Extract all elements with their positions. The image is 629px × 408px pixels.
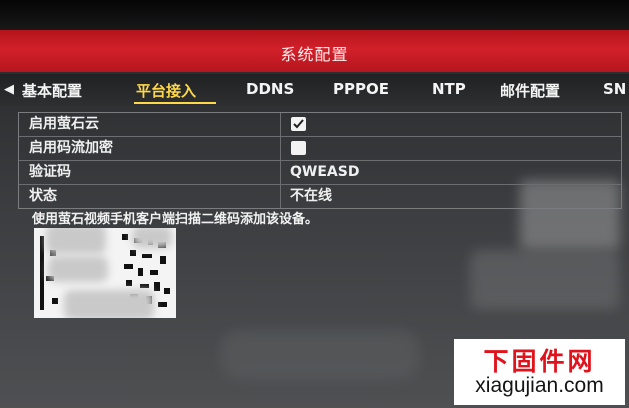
settings-table: 启用萤石云 启用码流加密 验证码 QWEASD 状态 不在线 xyxy=(18,112,622,209)
tab-sn[interactable]: SN xyxy=(603,80,626,98)
monitor-bezel xyxy=(0,0,629,34)
stream-encrypt-value xyxy=(282,137,621,160)
tab-bar: ◀ 基本配置 平台接入 DDNS PPPOE NTP 邮件配置 SN xyxy=(0,74,629,106)
ezviz-cloud-label: 启用萤石云 xyxy=(19,113,281,136)
qr-code xyxy=(34,228,176,318)
blurred-region xyxy=(48,256,108,282)
qr-scan-hint: 使用萤石视频手机客户端扫描二维码添加该设备。 xyxy=(32,212,319,227)
tab-platform-access[interactable]: 平台接入 xyxy=(136,80,196,101)
blurred-region xyxy=(132,228,172,248)
tab-pppoe[interactable]: PPPOE xyxy=(333,80,389,98)
blurred-region xyxy=(46,228,106,254)
setting-row-ezviz-cloud: 启用萤石云 xyxy=(19,113,621,137)
active-tab-indicator xyxy=(134,102,216,104)
monitor-screen: 系统配置 ◀ 基本配置 平台接入 DDNS PPPOE NTP 邮件配置 SN … xyxy=(0,0,629,408)
site-watermark: 下固件网 xiagujian.com xyxy=(454,339,625,405)
blurred-region xyxy=(64,290,154,318)
watermark-cn-text: 下固件网 xyxy=(483,347,596,376)
tab-ntp[interactable]: NTP xyxy=(432,80,466,98)
background-object xyxy=(220,330,420,380)
tab-prev-arrow[interactable]: ◀ xyxy=(4,82,14,97)
ezviz-cloud-value xyxy=(282,113,621,136)
setting-row-stream-encrypt: 启用码流加密 xyxy=(19,137,621,161)
verification-code-label: 验证码 xyxy=(19,161,281,184)
checkmark-icon xyxy=(293,119,304,129)
status-value: 不在线 xyxy=(290,188,332,204)
setting-row-verification-code: 验证码 QWEASD xyxy=(19,161,621,185)
window-title: 系统配置 xyxy=(280,45,349,64)
tab-email-config[interactable]: 邮件配置 xyxy=(500,80,560,101)
status-label: 状态 xyxy=(19,185,281,208)
title-bar: 系统配置 xyxy=(0,30,629,72)
verification-code-field[interactable]: QWEASD xyxy=(282,161,621,184)
setting-row-status: 状态 不在线 xyxy=(19,185,621,208)
watermark-url-text: xiagujian.com xyxy=(475,374,604,397)
stream-encrypt-label: 启用码流加密 xyxy=(19,137,281,160)
background-object xyxy=(470,250,620,310)
stream-encrypt-checkbox[interactable] xyxy=(291,141,306,155)
tab-ddns[interactable]: DDNS xyxy=(246,80,294,98)
tab-basic-config[interactable]: 基本配置 xyxy=(22,80,82,101)
ezviz-cloud-checkbox[interactable] xyxy=(291,117,306,131)
